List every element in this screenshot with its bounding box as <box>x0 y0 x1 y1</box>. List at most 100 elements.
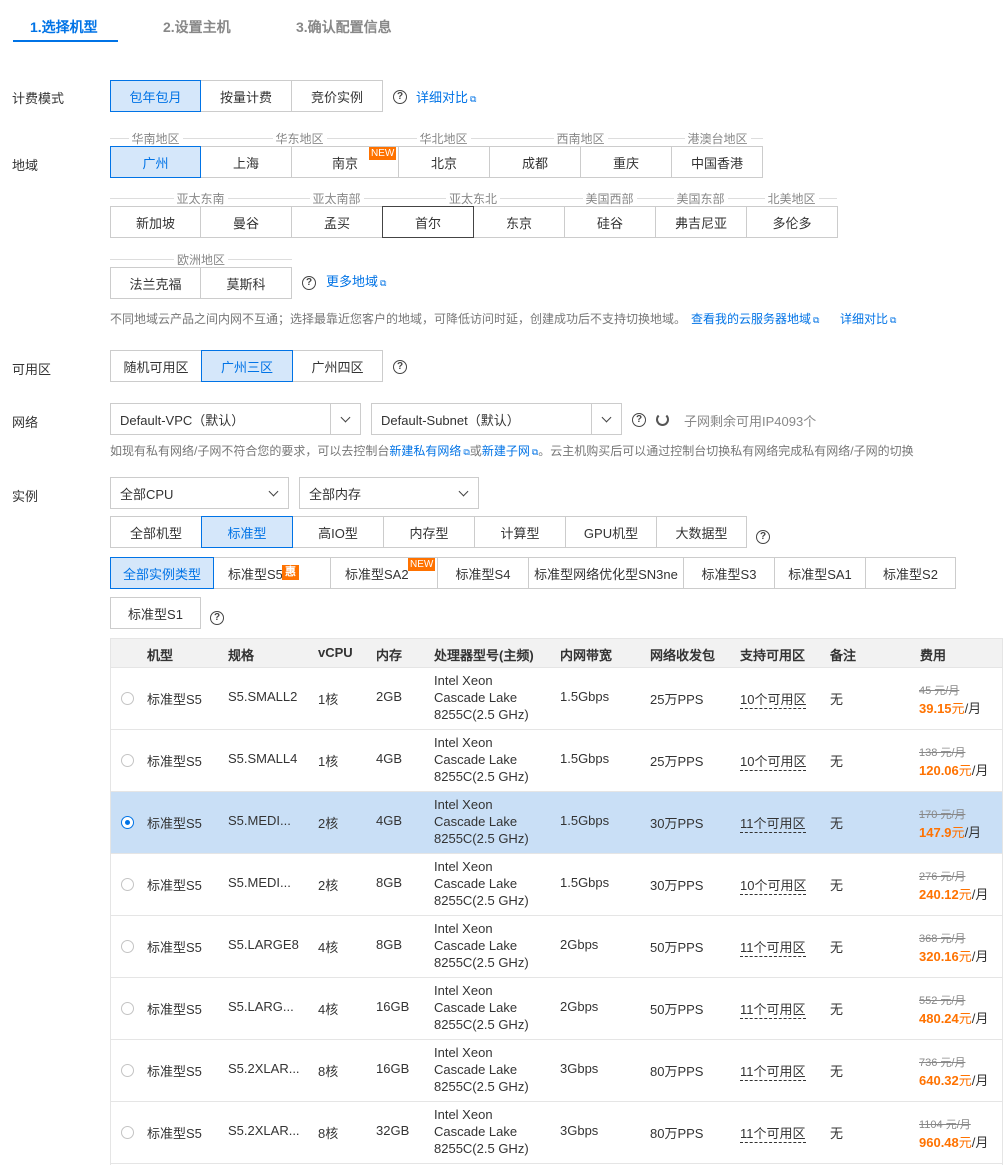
my-server-regions-link[interactable]: 查看我的云服务器地域 ⧉ <box>691 310 819 327</box>
refresh-icon[interactable] <box>656 413 669 426</box>
region-beijing[interactable]: 北京 <box>398 146 490 178</box>
family-big-data[interactable]: 大数据型 <box>656 516 747 548</box>
table-row[interactable]: 标准型S5 S5.2XLAR... 8核 32GB Intel Xeon Cascade … <box>111 1102 1002 1164</box>
region-toronto[interactable]: 多伦多 <box>746 206 838 238</box>
table-row[interactable]: 标准型S5 S5.2XLAR... 8核 16GB Intel Xeon Cascade … <box>111 1040 1002 1102</box>
type-sn3ne[interactable]: 标准型网络优化型SN3ne <box>528 557 684 589</box>
region-group-label: 欧洲地区 <box>177 253 226 267</box>
memory-filter-select[interactable]: 全部内存 <box>299 477 479 509</box>
create-subnet-link[interactable]: 新建子网 ⧉ <box>482 444 538 458</box>
cell-zones[interactable]: 10个可用区 <box>740 751 807 771</box>
cell-processor: Intel Xeon Cascade Lake 8255C(2.5 GHz) <box>434 796 529 847</box>
type-sa1[interactable]: 标准型SA1 <box>774 557 866 589</box>
type-s2[interactable]: 标准型S2 <box>865 557 956 589</box>
step-confirm-config[interactable]: 3.确认配置信息 <box>296 17 392 37</box>
billing-help-icon[interactable]: ? <box>393 90 407 104</box>
billing-option-pay-as-you-go[interactable]: 按量计费 <box>200 80 292 112</box>
cell-bandwidth: 3Gbps <box>560 1061 599 1076</box>
zone-guangzhou-4[interactable]: 广州四区 <box>292 350 383 382</box>
region-silicon-valley[interactable]: 硅谷 <box>564 206 656 238</box>
cell-zones[interactable]: 11个可用区 <box>740 1123 806 1143</box>
cell-vcpu: 4核 <box>318 1002 339 1017</box>
table-row[interactable]: 标准型S5 S5.MEDI... 2核 4GB Intel Xeon Cascade La… <box>111 792 1002 854</box>
region-compare-link[interactable]: 详细对比 ⧉ <box>840 310 896 327</box>
price-unit-month: /月 <box>971 1011 989 1026</box>
cell-zones[interactable]: 10个可用区 <box>740 689 807 709</box>
row-radio[interactable] <box>121 1126 134 1139</box>
family-high-io[interactable]: 高IO型 <box>292 516 384 548</box>
discount-price: 480.24元/月 <box>919 1008 988 1027</box>
family-compute[interactable]: 计算型 <box>474 516 566 548</box>
cell-zones[interactable]: 11个可用区 <box>740 1061 806 1081</box>
cell-pps: 80万PPS <box>650 1064 704 1079</box>
zone-help-icon[interactable]: ? <box>393 360 407 374</box>
cpu-filter-select[interactable]: 全部CPU <box>110 477 289 509</box>
region-hongkong[interactable]: 中国香港 <box>671 146 763 178</box>
type-s4[interactable]: 标准型S4 <box>437 557 529 589</box>
cell-zones[interactable]: 10个可用区 <box>740 875 807 895</box>
region-seoul[interactable]: 首尔 <box>382 206 474 238</box>
region-mumbai[interactable]: 孟买 <box>291 206 383 238</box>
region-bangkok[interactable]: 曼谷 <box>200 206 292 238</box>
row-radio[interactable] <box>121 1064 134 1077</box>
region-frankfurt[interactable]: 法兰克福 <box>110 267 201 299</box>
region-guangzhou[interactable]: 广州 <box>110 146 201 178</box>
table-row[interactable]: 标准型S5 S5.LARGE8 4核 8GB Intel Xeon Cascade Lak… <box>111 916 1002 978</box>
subnet-select[interactable]: Default-Subnet（默认） <box>371 403 622 435</box>
cell-zones[interactable]: 11个可用区 <box>740 937 806 957</box>
step-configure-host[interactable]: 2.设置主机 <box>163 17 231 37</box>
region-group-label: 亚太东南 <box>176 192 225 206</box>
more-regions-link[interactable]: 更多地域 ⧉ <box>326 271 386 290</box>
type-s3[interactable]: 标准型S3 <box>683 557 775 589</box>
table-row[interactable]: 标准型S5 S5.MEDI... 2核 8GB Intel Xeon Cascade La… <box>111 854 1002 916</box>
family-standard[interactable]: 标准型 <box>201 516 293 548</box>
type-s5[interactable]: 标准型S5 <box>213 557 331 589</box>
billing-option-spot[interactable]: 竞价实例 <box>291 80 383 112</box>
row-radio[interactable] <box>121 940 134 953</box>
col-header-price: 费用 <box>920 648 947 663</box>
region-shanghai[interactable]: 上海 <box>200 146 292 178</box>
row-radio[interactable] <box>121 1002 134 1015</box>
billing-option-prepaid[interactable]: 包年包月 <box>110 80 201 112</box>
zone-guangzhou-3[interactable]: 广州三区 <box>201 350 293 382</box>
family-all[interactable]: 全部机型 <box>110 516 202 548</box>
region-group-north-america: 北美地区 <box>746 190 838 207</box>
family-gpu[interactable]: GPU机型 <box>565 516 657 548</box>
region-compare-link-text: 详细对比 <box>840 312 889 326</box>
zone-random[interactable]: 随机可用区 <box>110 350 202 382</box>
create-vpc-link[interactable]: 新建私有网络 ⧉ <box>389 444 469 458</box>
col-header-remark: 备注 <box>830 648 857 663</box>
row-radio[interactable] <box>121 878 134 891</box>
row-radio[interactable] <box>121 816 134 829</box>
region-group-southwest-china: 西南地区 <box>489 130 673 147</box>
cell-processor: Intel Xeon Cascade Lake 8255C(2.5 GHz) <box>434 982 529 1033</box>
region-moscow[interactable]: 莫斯科 <box>200 267 292 299</box>
billing-compare-link[interactable]: 详细对比 ⧉ <box>416 87 476 106</box>
network-help-icon[interactable]: ? <box>632 413 646 427</box>
processor-line: 8255C(2.5 GHz) <box>434 955 529 970</box>
region-virginia[interactable]: 弗吉尼亚 <box>655 206 747 238</box>
region-singapore[interactable]: 新加坡 <box>110 206 201 238</box>
step-select-model[interactable]: 1.选择机型 <box>30 17 98 37</box>
region-chengdu[interactable]: 成都 <box>489 146 581 178</box>
table-row[interactable]: 标准型S5 S5.SMALL4 1核 4GB Intel Xeon Cascade Lak… <box>111 730 1002 792</box>
row-radio[interactable] <box>121 692 134 705</box>
row-radio[interactable] <box>121 754 134 767</box>
cell-pps: 50万PPS <box>650 1002 704 1017</box>
region-chongqing[interactable]: 重庆 <box>580 146 672 178</box>
type-all[interactable]: 全部实例类型 <box>110 557 214 589</box>
region-help-icon[interactable]: ? <box>302 276 316 290</box>
type-help-icon[interactable]: ? <box>210 611 224 625</box>
cell-zones[interactable]: 11个可用区 <box>740 999 806 1019</box>
region-tokyo[interactable]: 东京 <box>473 206 565 238</box>
family-memory[interactable]: 内存型 <box>383 516 475 548</box>
type-s1[interactable]: 标准型S1 <box>110 597 201 629</box>
region-group-label: 西南地区 <box>556 132 605 146</box>
cell-type: 标准型S5 <box>147 1064 202 1079</box>
vpc-select[interactable]: Default-VPC（默认） <box>110 403 361 435</box>
table-row[interactable]: 标准型S5 S5.LARG... 4核 16GB Intel Xeon Cascade L… <box>111 978 1002 1040</box>
table-row[interactable]: 标准型S5 S5.SMALL2 1核 2GB Intel Xeon Cascade Lak… <box>111 668 1002 730</box>
cell-zones[interactable]: 11个可用区 <box>740 813 806 833</box>
family-help-icon[interactable]: ? <box>756 530 770 544</box>
instance-label: 实例 <box>12 489 39 504</box>
